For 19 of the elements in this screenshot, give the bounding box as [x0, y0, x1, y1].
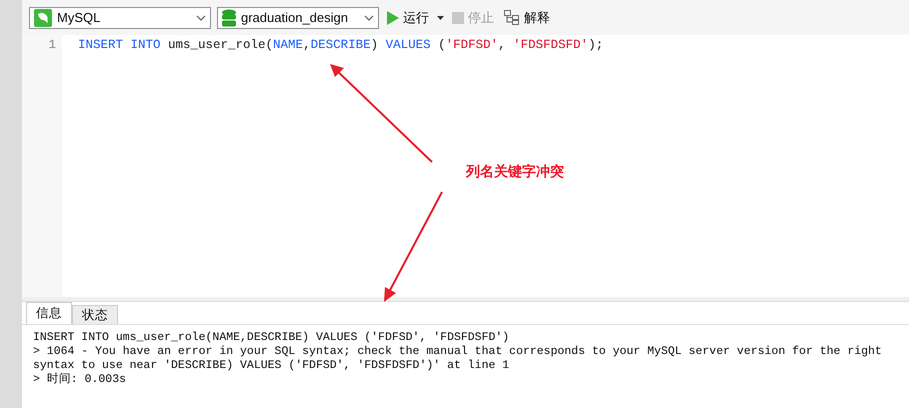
message-line: > 1064 - You have an error in your SQL syntax; check the manual that corresponds to your MySQL server version for the right syntax to use near 'DESCRIBE) VALUES ('FDFSD', 'FDSFDSFD')' at line 1: [33, 345, 883, 372]
caret-icon: [364, 14, 374, 20]
annotation-text: 列名关键字冲突: [466, 163, 564, 181]
caret-icon: [196, 14, 206, 20]
message-line: INSERT INTO ums_user_role(NAME,DESCRIBE) VALUES ('FDFSD', 'FDSFDSFD'): [33, 331, 510, 345]
explain-icon: [504, 10, 520, 25]
tab[interactable]: 信息: [26, 302, 72, 324]
stop-icon: [452, 12, 464, 24]
message-line: > 时间: 0.003s: [33, 373, 128, 387]
code-line: INSERT INTO ums_user_role(NAME,DESCRIBE) VALUES ('FDFSD', 'FDSFDSFD');: [77, 37, 604, 54]
play-icon: [387, 10, 399, 24]
caret-icon[interactable]: [437, 16, 444, 20]
database-icon: [222, 8, 236, 26]
line-number: 1: [48, 37, 56, 54]
database-dropdown[interactable]: graduation_design: [217, 6, 379, 28]
tab[interactable]: 状态: [72, 305, 118, 324]
connection-dropdown[interactable]: MySQL: [29, 6, 211, 28]
run-button[interactable]: 运行: [385, 8, 431, 26]
explain-button[interactable]: 解释: [502, 8, 552, 26]
